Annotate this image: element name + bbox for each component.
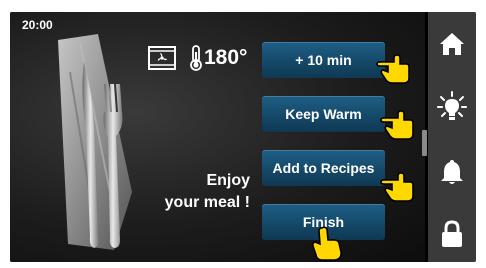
home-icon — [440, 33, 464, 55]
add-to-recipes-label: Add to Recipes — [272, 160, 375, 176]
completion-message: Enjoy your meal ! — [140, 170, 250, 214]
add-10-min-button[interactable]: + 10 min — [262, 42, 385, 78]
home-button[interactable] — [428, 18, 476, 70]
message-line-1: Enjoy — [206, 172, 250, 189]
scrollbar[interactable] — [422, 130, 427, 156]
sidebar — [428, 12, 476, 262]
keep-warm-label: Keep Warm — [285, 106, 362, 122]
add-10-min-label: + 10 min — [295, 52, 352, 68]
fan-mode-icon — [148, 46, 176, 70]
pointing-hand-icon — [380, 172, 414, 202]
bell-icon — [441, 160, 463, 184]
lock-button[interactable] — [428, 208, 476, 260]
lock-icon — [442, 220, 462, 247]
alarm-button[interactable] — [428, 146, 476, 198]
finish-button[interactable]: Finish — [262, 204, 385, 240]
pointing-hand-icon — [380, 110, 414, 140]
keep-warm-button[interactable]: Keep Warm — [262, 96, 385, 132]
oven-display: 20:00 180° Enjoy your meal ! + 10 min Ke… — [10, 12, 476, 262]
clock: 20:00 — [22, 18, 53, 32]
light-button[interactable] — [428, 80, 476, 132]
message-line-2: your meal ! — [164, 194, 250, 211]
add-to-recipes-button[interactable]: Add to Recipes — [262, 150, 385, 186]
temperature-readout: 180° — [204, 46, 248, 69]
finish-label: Finish — [302, 214, 345, 230]
cutlery-photo — [58, 34, 132, 250]
main-area: 20:00 180° Enjoy your meal ! + 10 min Ke… — [10, 12, 425, 262]
light-icon — [437, 91, 467, 120]
thermometer-icon — [190, 45, 202, 71]
